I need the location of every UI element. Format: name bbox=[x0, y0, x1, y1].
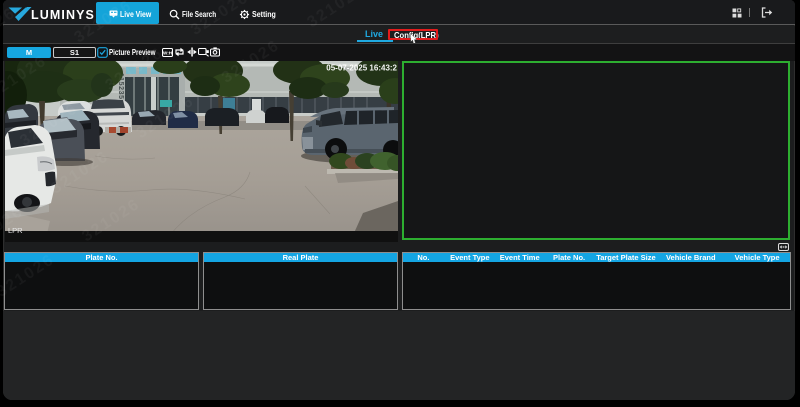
svg-text:W:H: W:H bbox=[163, 50, 173, 55]
svg-text:LPR: LPR bbox=[8, 226, 23, 235]
svg-text:05-07-2025 16:43:2: 05-07-2025 16:43:2 bbox=[326, 64, 397, 73]
